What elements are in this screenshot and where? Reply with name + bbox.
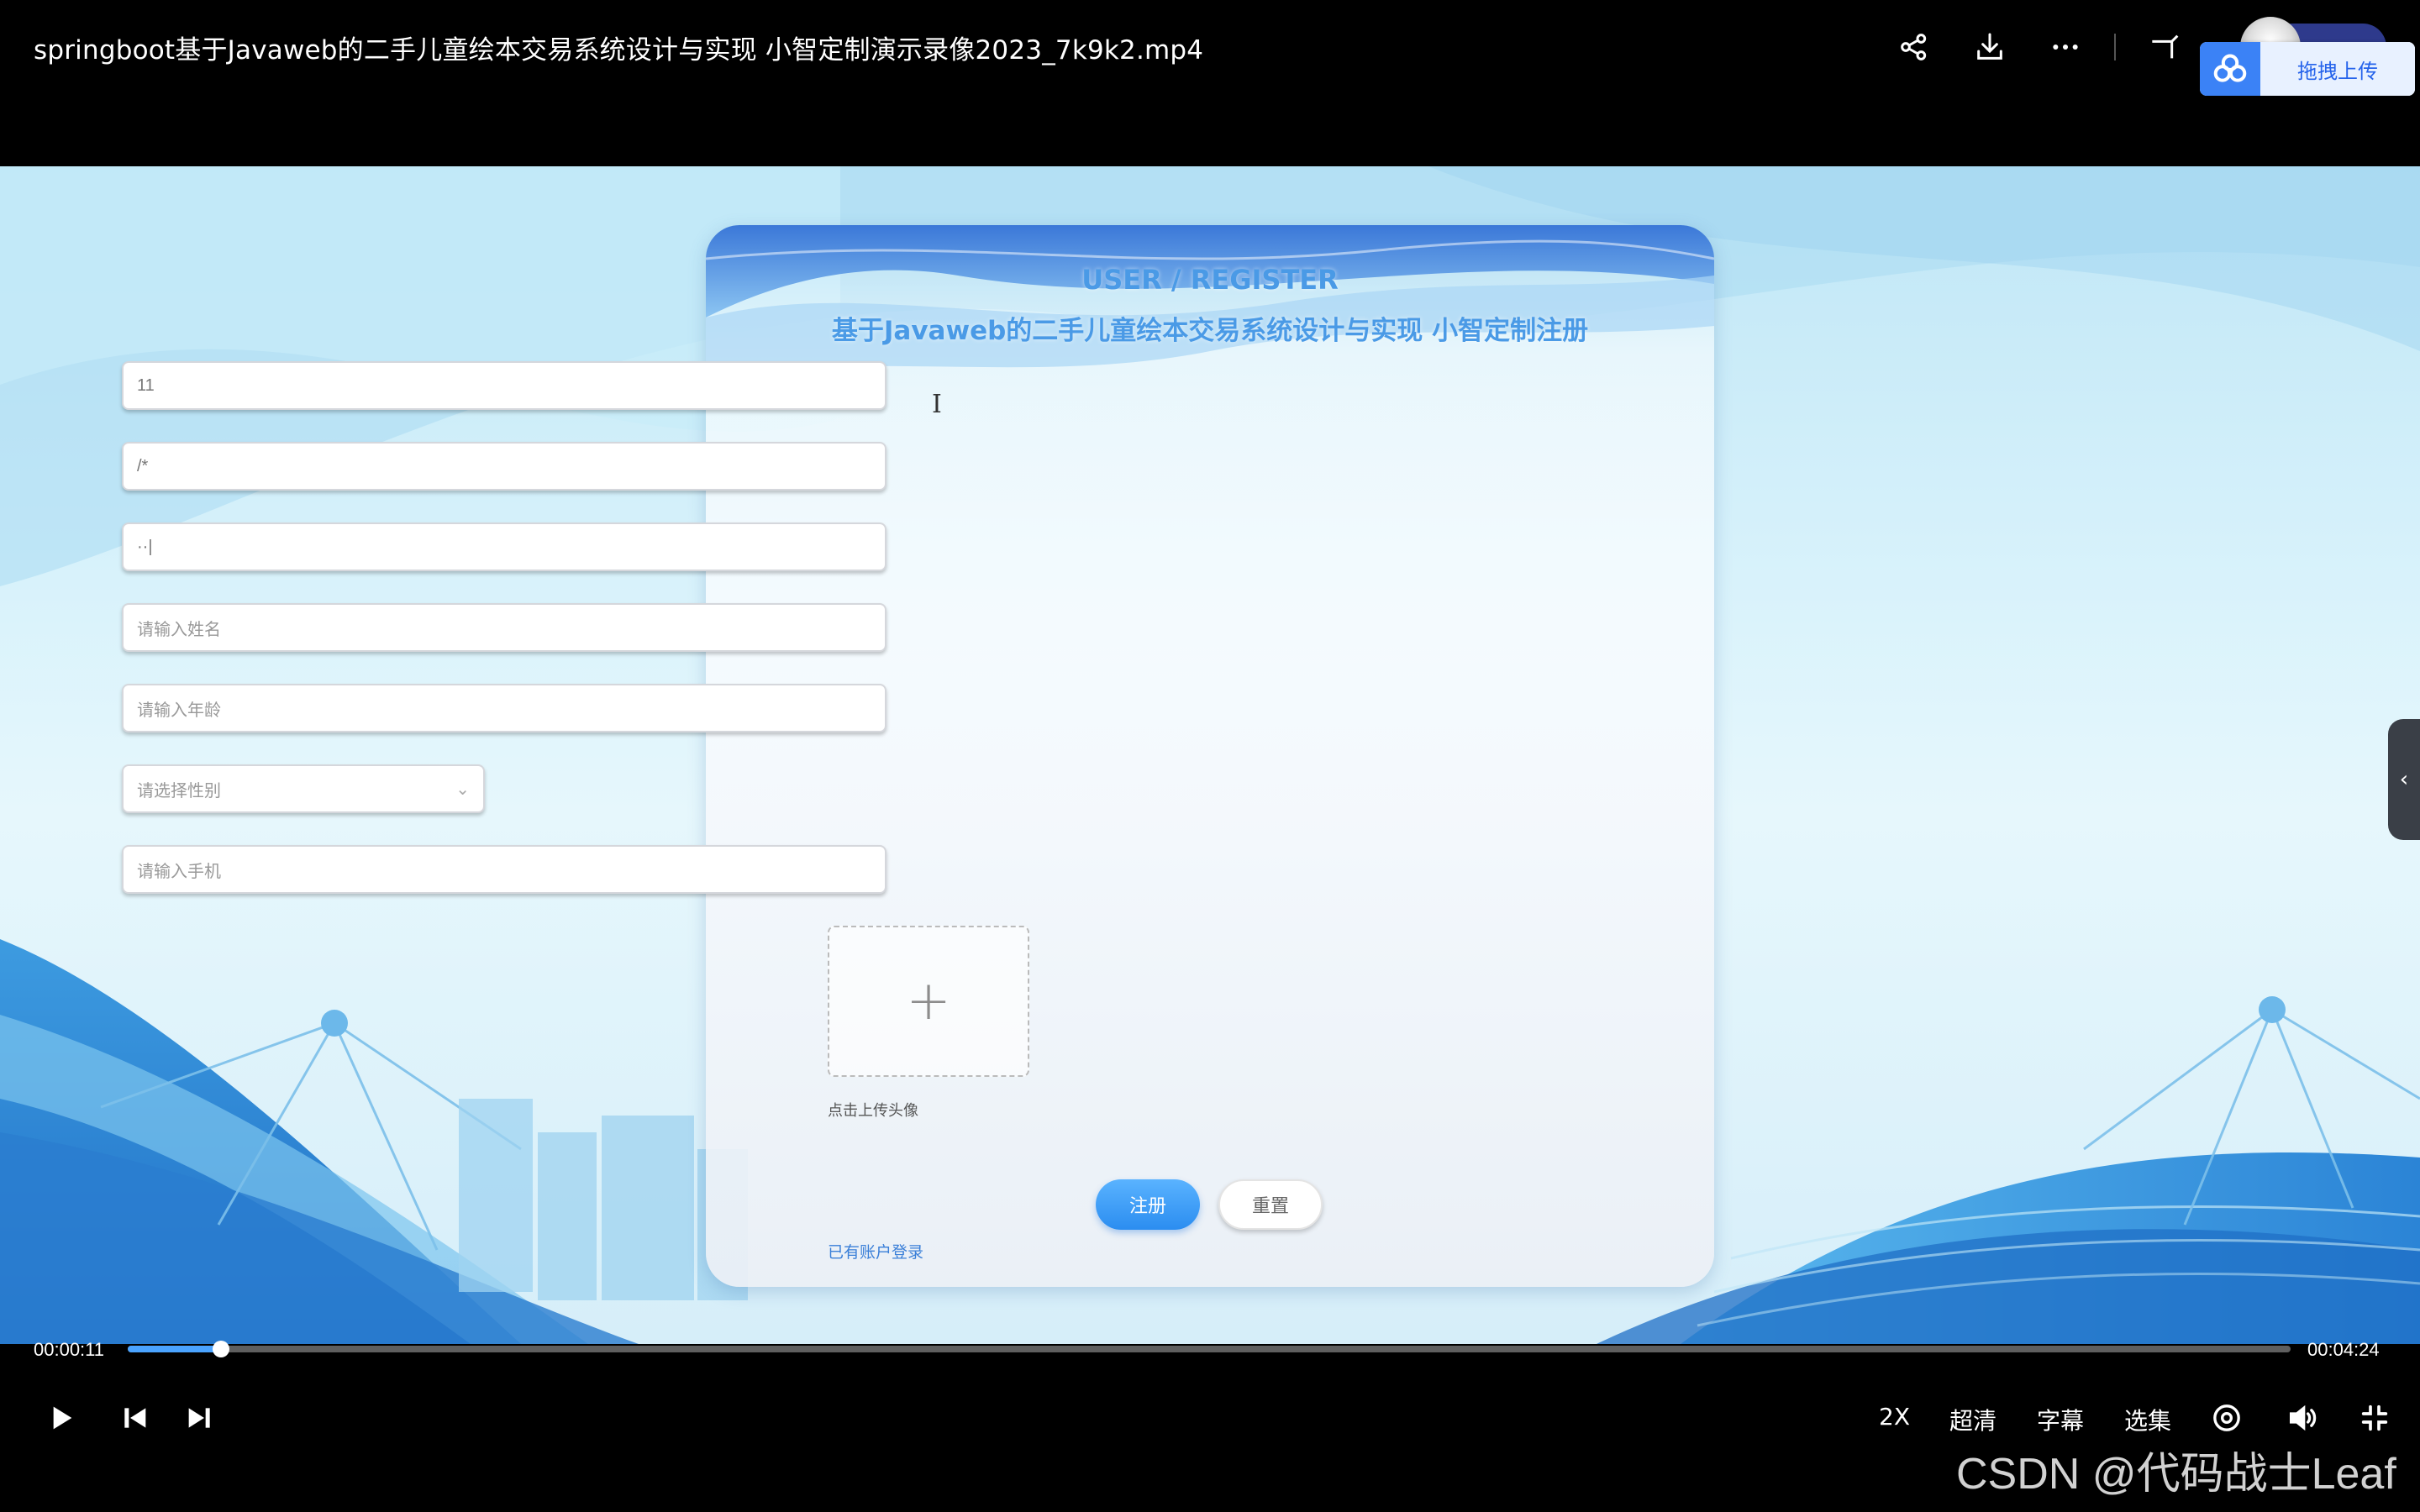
share-icon[interactable] (1896, 29, 1933, 66)
upload-avatar-hint: 点击上传头像 (828, 1102, 918, 1120)
subtitle-button[interactable]: 字幕 (2037, 1403, 2084, 1436)
confirm-password-input[interactable]: ··| (122, 522, 886, 571)
reset-button[interactable]: 重置 (1218, 1179, 1323, 1230)
progress-fill (128, 1346, 221, 1352)
speed-button[interactable]: 2X (1879, 1403, 1910, 1431)
progress-handle[interactable] (212, 1341, 229, 1357)
plus-icon: + (906, 970, 951, 1032)
toolbar-divider (2114, 34, 2116, 60)
previous-icon[interactable] (118, 1401, 151, 1435)
video-stage[interactable]: USER / REGISTER 基于Javaweb的二手儿童绘本交易系统设计与实… (0, 166, 2420, 1344)
register-button[interactable]: 注册 (1096, 1179, 1200, 1230)
next-icon[interactable] (183, 1401, 217, 1435)
exit-fullscreen-icon[interactable] (2358, 1401, 2391, 1435)
phone-input[interactable]: 请输入手机 (122, 845, 886, 894)
episodes-button[interactable]: 选集 (2124, 1403, 2171, 1436)
gender-select[interactable]: 请选择性别 ⌄ (122, 764, 485, 813)
register-heading-en: USER / REGISTER (1081, 264, 1339, 296)
settings-icon[interactable] (2210, 1401, 2244, 1435)
name-input[interactable]: 请输入姓名 (122, 603, 886, 652)
quality-button[interactable]: 超清 (1949, 1403, 1996, 1436)
volume-icon[interactable] (2286, 1401, 2319, 1435)
drag-upload-widget[interactable]: 拖拽上传 (2200, 42, 2415, 96)
top-bar: springboot基于Javaweb的二手儿童绘本交易系统设计与实现 小智定制… (0, 0, 2420, 166)
password-input[interactable]: /* (122, 442, 886, 491)
cloud-logo-icon (2200, 42, 2260, 96)
pip-icon[interactable] (2148, 29, 2185, 66)
download-icon[interactable] (1971, 29, 2008, 66)
video-title: springboot基于Javaweb的二手儿童绘本交易系统设计与实现 小智定制… (34, 35, 1204, 66)
gender-select-value: 请选择性别 (137, 781, 221, 801)
side-panel-toggle[interactable]: ‹ (2388, 719, 2420, 840)
account-input[interactable]: 11 (122, 361, 886, 410)
avatar-uploader[interactable]: + (828, 926, 1029, 1077)
chevron-left-icon: ‹ (2399, 767, 2409, 792)
register-heading-cn: 基于Javaweb的二手儿童绘本交易系统设计与实现 小智定制注册 (831, 316, 1589, 346)
more-icon[interactable] (2047, 29, 2084, 66)
text-cursor-icon: I (932, 390, 942, 419)
login-link[interactable]: 已有账户登录 (828, 1240, 923, 1263)
drag-upload-label: 拖拽上传 (2260, 42, 2415, 96)
current-time: 00:00:11 (34, 1339, 105, 1360)
total-time: 00:04:24 (2307, 1339, 2380, 1360)
chevron-down-icon: ⌄ (455, 780, 470, 799)
csdn-watermark: CSDN @代码战士Leaf (1956, 1450, 2396, 1499)
play-icon[interactable] (44, 1401, 77, 1435)
progress-bar[interactable] (128, 1341, 2291, 1357)
age-input[interactable]: 请输入年龄 (122, 684, 886, 732)
